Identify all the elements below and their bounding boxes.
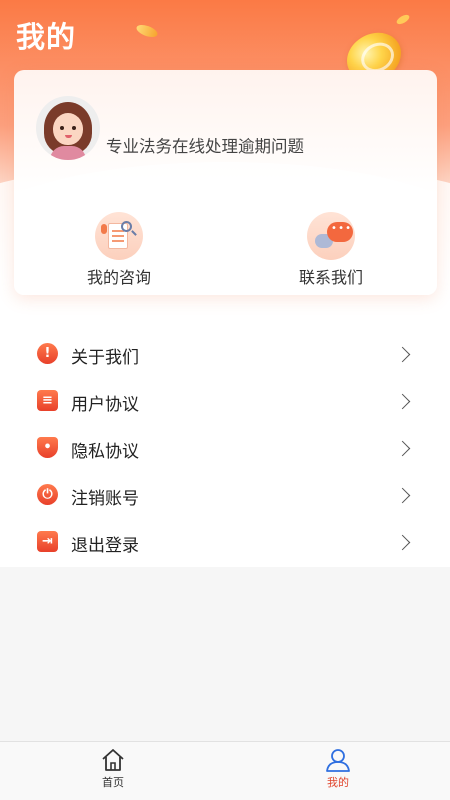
- tab-home[interactable]: 首页: [73, 747, 153, 790]
- profile-slogan: 专业法务在线处理逾期问题: [106, 137, 304, 156]
- chevron-right-icon: [394, 346, 411, 363]
- tab-label: 我的: [327, 776, 349, 789]
- user-icon: [324, 747, 352, 773]
- chat-bubbles-icon: [307, 212, 355, 260]
- chevron-right-icon: [394, 393, 411, 410]
- home-icon: [99, 747, 127, 773]
- tab-label: 首页: [102, 776, 124, 789]
- menu-item-logout[interactable]: ⇥ 退出登录: [0, 519, 450, 566]
- menu-item-label: 关于我们: [71, 348, 139, 368]
- profile-card: 专业法务在线处理逾期问题 我的咨询 联系我们: [14, 70, 437, 295]
- contact-us-button[interactable]: 联系我们: [261, 212, 401, 288]
- menu-item-label: 注销账号: [71, 489, 139, 509]
- menu-item-label: 用户协议: [71, 395, 139, 415]
- logout-icon: ⇥: [37, 531, 58, 552]
- info-exclamation-icon: !: [37, 343, 58, 364]
- menu-item-label: 退出登录: [71, 536, 139, 556]
- document-icon: ≡: [37, 390, 58, 411]
- page-title: 我的: [16, 20, 77, 54]
- quick-action-label: 我的咨询: [86, 268, 151, 287]
- menu-item-user-agreement[interactable]: ≡ 用户协议: [0, 378, 450, 425]
- chevron-right-icon: [394, 440, 411, 457]
- chevron-right-icon: [394, 534, 411, 551]
- settings-menu: ! 关于我们 ≡ 用户协议 • 隐私协议 ⏻ 注销账号 ⇥ 退出登录: [0, 331, 450, 567]
- menu-item-privacy-policy[interactable]: • 隐私协议: [0, 425, 450, 472]
- tab-mine[interactable]: 我的: [298, 747, 378, 790]
- quick-action-label: 联系我们: [298, 268, 363, 287]
- menu-item-delete-account[interactable]: ⏻ 注销账号: [0, 472, 450, 519]
- power-icon: ⏻: [37, 484, 58, 505]
- bottom-tab-bar: 首页 我的: [0, 741, 450, 800]
- chevron-right-icon: [394, 487, 411, 504]
- my-consultation-button[interactable]: 我的咨询: [49, 212, 189, 288]
- menu-item-label: 隐私协议: [71, 442, 139, 462]
- consult-doc-icon: [95, 212, 143, 260]
- shield-icon: •: [37, 437, 58, 458]
- avatar[interactable]: [36, 96, 100, 160]
- menu-item-about-us[interactable]: ! 关于我们: [0, 331, 450, 378]
